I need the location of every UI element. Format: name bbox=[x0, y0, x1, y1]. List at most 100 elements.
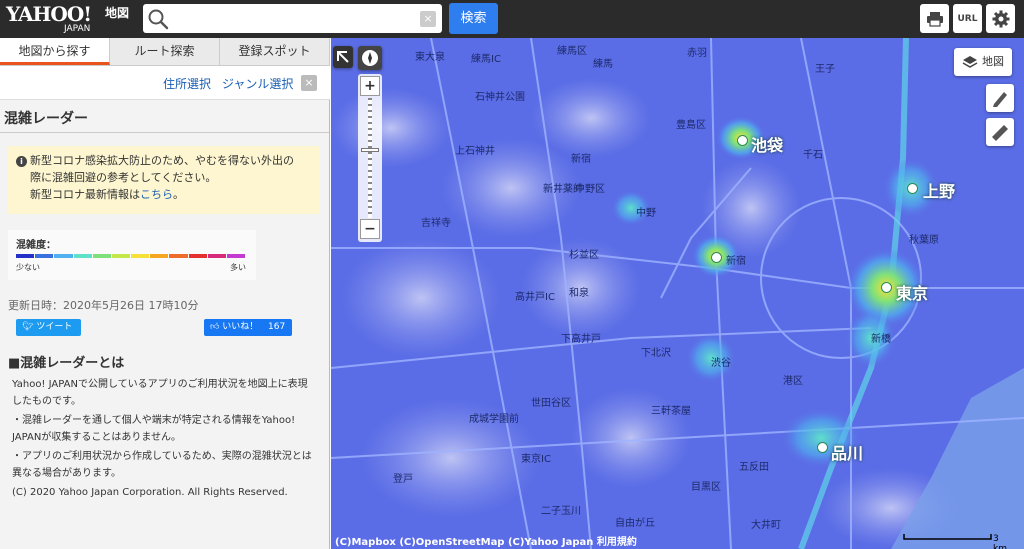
map-label: 目黒区 bbox=[691, 482, 721, 493]
draw-button[interactable] bbox=[986, 84, 1014, 112]
notice-line-2: 際に混雑回避の参考としてください。 bbox=[30, 171, 217, 184]
zoom-track[interactable] bbox=[368, 98, 372, 218]
map-label: 王子 bbox=[815, 64, 835, 75]
arrow-up-left-icon bbox=[337, 51, 349, 63]
info-icon: i bbox=[16, 156, 27, 167]
station-marker[interactable] bbox=[737, 135, 748, 146]
attribution-yahoo[interactable]: (C)Yahoo Japan bbox=[508, 537, 593, 548]
terms-link[interactable]: 利用規約 bbox=[597, 537, 637, 548]
thumbs-up-icon: 👍︎ bbox=[210, 322, 220, 332]
map-label: 上野 bbox=[923, 182, 956, 201]
about-body: Yahoo! JAPANで公開しているアプリのご利用状況を地図上に表現したもので… bbox=[12, 376, 312, 503]
map-label: 中野 bbox=[636, 208, 656, 219]
tab-saved-spots[interactable]: 登録スポット bbox=[220, 38, 330, 65]
map-label: 品川 bbox=[831, 444, 864, 463]
tweet-label: ツイート bbox=[36, 322, 73, 332]
yahoo-japan-logo[interactable]: YAHOO! JAPAN bbox=[6, 2, 92, 34]
genre-select-link[interactable]: ジャンル選択 bbox=[222, 75, 293, 92]
attribution-mapbox[interactable]: (C)Mapbox bbox=[335, 537, 396, 548]
legend-color-swatch bbox=[169, 254, 188, 258]
panel-tabs: 地図から探す ルート探索 登録スポット bbox=[0, 38, 330, 66]
zoom-out-button[interactable]: − bbox=[360, 219, 380, 239]
settings-button[interactable] bbox=[986, 4, 1015, 33]
top-bar: YAHOO! JAPAN 地図 × 検索 URL bbox=[0, 0, 1024, 38]
map-label: 練馬 bbox=[593, 59, 613, 70]
map-label: 自由が丘 bbox=[615, 518, 655, 529]
map-label: 練馬IC bbox=[471, 54, 501, 65]
station-marker[interactable] bbox=[711, 252, 722, 263]
compass-button[interactable] bbox=[358, 46, 382, 70]
legend-color-swatch bbox=[16, 254, 35, 258]
about-paragraph-2: ・混雑レーダーを通して個人や端末が特定される情報をYahoo! JAPANが収集… bbox=[12, 415, 296, 443]
map-label: 赤羽 bbox=[687, 48, 707, 59]
printer-icon bbox=[926, 11, 943, 27]
tab-route-search[interactable]: ルート探索 bbox=[110, 38, 220, 65]
legend-color-swatch bbox=[188, 254, 207, 258]
tweet-button[interactable]: 🐦︎ ツイート bbox=[16, 319, 81, 336]
twitter-bird-icon: 🐦︎ bbox=[22, 322, 34, 332]
covid-info-link[interactable]: こちら bbox=[140, 188, 173, 201]
legend-high-label: 多い bbox=[230, 263, 246, 272]
map-label: 下北沢 bbox=[641, 348, 671, 359]
zoom-slider-handle[interactable] bbox=[361, 148, 379, 152]
map-label: 五反田 bbox=[739, 462, 769, 473]
legend-title: 混雑度： bbox=[16, 240, 56, 251]
attribution-osm[interactable]: (C)OpenStreetMap bbox=[399, 537, 504, 548]
print-button[interactable] bbox=[920, 4, 949, 33]
map-label: 練馬区 bbox=[557, 46, 587, 57]
pencil-icon bbox=[993, 92, 1007, 107]
notice-line-3-suffix: 。 bbox=[173, 188, 184, 201]
map-label: 東京 bbox=[896, 284, 929, 303]
covid-notice: i 新型コロナ感染拡大防止のため、やむを得ない外出の 際に混雑回避の参考としてくだ… bbox=[8, 146, 320, 214]
logo-sub-text: JAPAN bbox=[64, 24, 91, 34]
like-count: 167 bbox=[268, 322, 286, 332]
close-panel-button[interactable]: × bbox=[301, 75, 317, 91]
station-marker[interactable] bbox=[907, 183, 918, 194]
gear-icon bbox=[992, 10, 1009, 27]
station-marker[interactable] bbox=[881, 282, 892, 293]
legend-color-swatch bbox=[226, 254, 246, 258]
collapse-panel-button[interactable] bbox=[333, 46, 353, 68]
map-label: 成城学園前 bbox=[469, 414, 519, 425]
map-attribution: (C)Mapbox (C)OpenStreetMap (C)Yahoo Japa… bbox=[335, 533, 637, 548]
address-select-link[interactable]: 住所選択 bbox=[163, 75, 211, 92]
compass-icon bbox=[362, 50, 378, 66]
legend-low-label: 少ない bbox=[16, 263, 40, 272]
panel-subnav: 住所選択 ジャンル選択 × bbox=[0, 66, 330, 100]
app-name: 地図 bbox=[105, 6, 130, 20]
station-marker[interactable] bbox=[817, 442, 828, 453]
map-label: 登戸 bbox=[393, 474, 413, 485]
search-button[interactable]: 検索 bbox=[449, 3, 498, 34]
map-label: 石神井公園 bbox=[475, 92, 525, 103]
map-label: 秋葉原 bbox=[909, 235, 939, 246]
legend-color-swatch bbox=[111, 254, 131, 258]
logo-main-text: YAHOO! bbox=[6, 2, 92, 26]
scale-label: 3 km bbox=[993, 534, 1007, 549]
map-canvas[interactable]: 東大泉 練馬IC 練馬 練馬区 赤羽 王子 石神井公園 豊島区 上石神井 新宿 … bbox=[331, 38, 1024, 549]
map-label: 千石 bbox=[803, 150, 823, 161]
search-input[interactable] bbox=[173, 7, 413, 29]
clear-search-button[interactable]: × bbox=[420, 11, 436, 27]
layer-button[interactable]: 地図 bbox=[954, 48, 1012, 76]
measure-button[interactable] bbox=[986, 118, 1014, 146]
notice-line-3-prefix: 新型コロナ最新情報は bbox=[30, 188, 140, 201]
map-label: 中野区 bbox=[575, 184, 605, 195]
legend-color-swatch bbox=[35, 254, 54, 258]
notice-line-1: 新型コロナ感染拡大防止のため、やむを得ない外出の bbox=[30, 154, 294, 167]
map-label: 渋谷 bbox=[711, 358, 731, 369]
updated-time: 更新日時：2020年5月26日 17時10分 bbox=[8, 299, 199, 312]
about-copyright: (C) 2020 Yahoo Japan Corporation. All Ri… bbox=[12, 487, 288, 498]
search-box: × bbox=[143, 4, 442, 33]
panel-title: 混雑レーダー bbox=[4, 111, 88, 127]
like-label: いいね！ bbox=[222, 322, 259, 332]
legend-color-swatch bbox=[54, 254, 73, 258]
map-label: 港区 bbox=[783, 376, 803, 387]
url-button[interactable]: URL bbox=[953, 4, 982, 33]
legend-color-bar bbox=[16, 254, 246, 258]
zoom-in-button[interactable]: + bbox=[360, 76, 380, 96]
legend-color-swatch bbox=[73, 254, 92, 258]
zoom-control: + − bbox=[358, 74, 382, 242]
tab-map-search[interactable]: 地図から探す bbox=[0, 38, 110, 65]
ruler-icon bbox=[992, 125, 1008, 141]
map-label: 池袋 bbox=[751, 136, 784, 155]
